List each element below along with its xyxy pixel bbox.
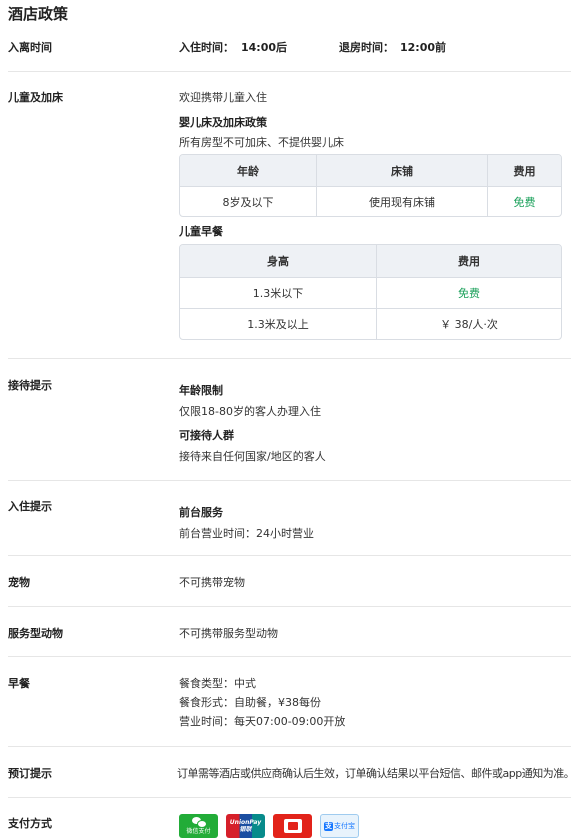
age-limit-desc: 仅限18-80岁的客人办理入住 xyxy=(179,405,321,418)
table-header-cell: 床铺 xyxy=(316,155,487,186)
front-desk-hours: 前台营业时间：24小时营业 xyxy=(179,527,314,540)
wechat-pay-icon: 微信支付 xyxy=(179,814,218,838)
page-title: 酒店政策 xyxy=(8,5,69,23)
divider xyxy=(8,358,571,359)
payment-section: 支付方式 微信支付 UnionPay 银联 支 支付宝 xyxy=(8,814,571,840)
pets-section: 宠物 不可携带宠物 xyxy=(8,573,571,589)
payment-methods: 微信支付 UnionPay 银联 支 支付宝 xyxy=(179,814,359,838)
checkin-tips-label: 入住提示 xyxy=(8,500,52,513)
alipay-glyph-icon: 支 xyxy=(324,821,333,831)
checkin-section: 入离时间 入住时间： 14:00后 退房时间： 12:00前 xyxy=(8,38,571,62)
extra-bed-table: 年龄 床铺 费用 8岁及以下 使用现有床铺 免费 xyxy=(179,154,562,217)
front-desk-title: 前台服务 xyxy=(179,506,223,519)
pets-desc: 不可携带宠物 xyxy=(179,576,245,589)
checkin-time-value: 14:00后 xyxy=(241,41,288,54)
divider xyxy=(8,606,571,607)
breakfast-label: 早餐 xyxy=(8,677,30,690)
table-header-cell: 费用 xyxy=(376,245,561,277)
checkin-tips-section: 入住提示 前台服务 前台营业时间：24小时营业 xyxy=(8,497,571,542)
service-animals-label: 服务型动物 xyxy=(8,627,63,640)
breakfast-type: 餐食类型：中式 xyxy=(179,677,256,690)
children-label: 儿童及加床 xyxy=(8,91,63,104)
service-animals-desc: 不可携带服务型动物 xyxy=(179,627,278,640)
breakfast-hours: 营业时间：每天07:00-09:00开放 xyxy=(179,715,346,728)
unionpay-text-top: UnionPay xyxy=(229,819,262,826)
divider xyxy=(8,555,571,556)
guest-type-title: 可接待人群 xyxy=(179,429,234,442)
booking-section: 预订提示 订单需等酒店或供应商确认后生效，订单确认结果以平台短信、邮件或app通… xyxy=(8,764,571,780)
table-cell: 8岁及以下 xyxy=(222,195,274,209)
table-cell: 使用现有床铺 xyxy=(316,187,487,216)
table-header-row: 身高 费用 xyxy=(180,245,561,277)
breakfast-form: 餐食形式：自助餐，¥38每份 xyxy=(179,696,321,709)
table-header-cell: 年龄 xyxy=(237,164,259,178)
table-row: 1.3米及以上 ￥ 38/人·次 xyxy=(180,308,561,339)
age-limit-title: 年龄限制 xyxy=(179,384,223,397)
free-badge: 免费 xyxy=(487,187,561,216)
wechat-pay-text: 微信支付 xyxy=(186,828,211,835)
jd-logo-icon xyxy=(283,819,302,833)
pets-label: 宠物 xyxy=(8,576,30,589)
child-breakfast-title: 儿童早餐 xyxy=(179,225,223,238)
crib-policy-desc: 所有房型不可加床、不提供婴儿床 xyxy=(179,136,344,149)
checkin-label: 入离时间 xyxy=(8,41,52,54)
guest-type-desc: 接待来自任何国家/地区的客人 xyxy=(179,450,326,463)
table-cell: ￥ 38/人·次 xyxy=(376,309,561,339)
jd-pay-icon xyxy=(273,814,312,838)
table-header-cell: 身高 xyxy=(267,255,289,268)
divider xyxy=(8,71,571,72)
breakfast-section: 早餐 餐食类型：中式 餐食形式：自助餐，¥38每份 营业时间：每天07:00-0… xyxy=(8,674,571,730)
payment-label: 支付方式 xyxy=(8,817,52,830)
crib-policy-title: 婴儿床及加床政策 xyxy=(179,116,267,129)
booking-desc: 订单需等酒店或供应商确认后生效，订单确认结果以平台短信、邮件或app通知为准。 xyxy=(177,767,571,780)
service-animals-section: 服务型动物 不可携带服务型动物 xyxy=(8,624,571,640)
child-breakfast-table: 身高 费用 1.3米以下 免费 1.3米及以上 ￥ 38/人·次 xyxy=(179,244,562,340)
children-section: 儿童及加床 欢迎携带儿童入住 婴儿床及加床政策 所有房型不可加床、不提供婴儿床 … xyxy=(8,88,571,348)
divider xyxy=(8,797,571,798)
unionpay-text-bottom: 银联 xyxy=(239,826,252,833)
checkout-time-value: 12:00前 xyxy=(400,41,447,54)
divider xyxy=(8,656,571,657)
table-cell: 1.3米以下 xyxy=(252,287,304,300)
booking-label: 预订提示 xyxy=(8,767,52,780)
wechat-logo-icon xyxy=(191,817,207,828)
alipay-icon: 支 支付宝 xyxy=(320,814,359,838)
checkout-time-label: 退房时间： xyxy=(339,41,394,54)
divider xyxy=(8,480,571,481)
table-row: 8岁及以下 使用现有床铺 免费 xyxy=(180,186,561,216)
reception-section: 接待提示 年龄限制 仅限18-80岁的客人办理入住 可接待人群 接待来自任何国家… xyxy=(8,376,571,466)
alipay-text: 支付宝 xyxy=(334,821,355,830)
unionpay-icon: UnionPay 银联 xyxy=(226,814,265,838)
children-welcome: 欢迎携带儿童入住 xyxy=(179,91,267,104)
free-badge: 免费 xyxy=(376,278,561,308)
table-header-cell: 费用 xyxy=(487,155,561,186)
divider xyxy=(8,746,571,747)
checkin-time-label: 入住时间： xyxy=(179,41,234,54)
table-header-row: 年龄 床铺 费用 xyxy=(180,155,561,186)
reception-label: 接待提示 xyxy=(8,379,52,392)
table-cell: 1.3米及以上 xyxy=(247,318,309,331)
table-row: 1.3米以下 免费 xyxy=(180,277,561,308)
